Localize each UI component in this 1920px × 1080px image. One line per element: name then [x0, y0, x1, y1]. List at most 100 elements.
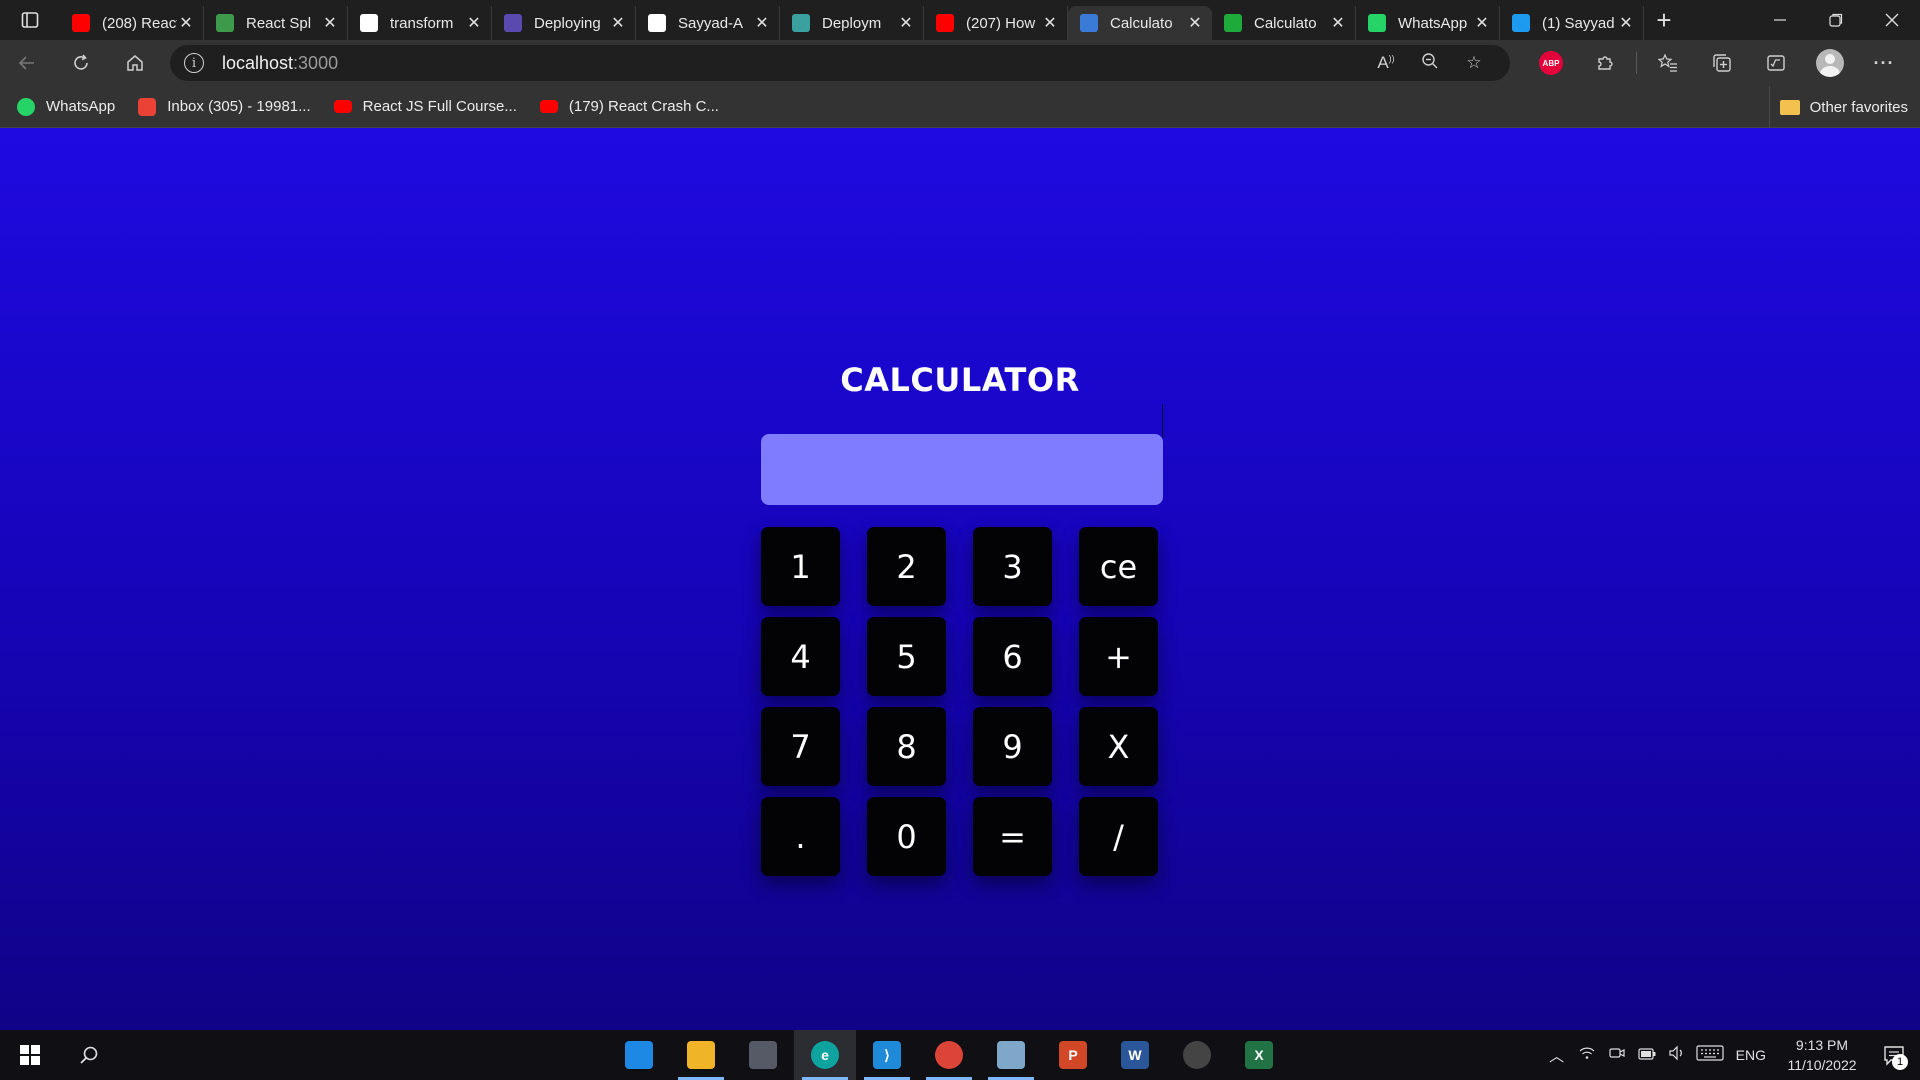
close-tab-icon[interactable]: ✕	[753, 13, 771, 33]
close-window-button[interactable]	[1864, 0, 1920, 40]
taskbar-app-button[interactable]	[670, 1030, 732, 1080]
digit-7-key[interactable]: 7	[761, 707, 840, 786]
bookmark-item[interactable]: Inbox (305) - 19981...	[137, 97, 311, 117]
windows-logo-icon	[20, 1045, 40, 1065]
close-tab-icon[interactable]: ✕	[465, 13, 483, 33]
taskbar-app-button[interactable]: ⟩	[856, 1030, 918, 1080]
taskbar-app-button[interactable]	[608, 1030, 670, 1080]
digit-4-key[interactable]: 4	[761, 617, 840, 696]
browser-tab-strip: (208) React ✕ React Spl ✕ transform ✕ Deployin…	[0, 0, 1920, 40]
browser-tab[interactable]: React Spl ✕	[204, 6, 348, 40]
digit-1-key[interactable]: 1	[761, 527, 840, 606]
address-bar[interactable]: i localhost:3000 A)) ☆	[170, 45, 1510, 81]
close-tab-icon[interactable]: ✕	[1186, 13, 1204, 33]
close-tab-icon[interactable]: ✕	[609, 13, 627, 33]
digit-3-key[interactable]: 3	[973, 527, 1052, 606]
math-solver-button[interactable]	[1749, 40, 1803, 86]
search-button[interactable]	[60, 1030, 118, 1080]
taskbar-app-button[interactable]: e	[794, 1030, 856, 1080]
clock-date: 11/10/2022	[1787, 1057, 1857, 1073]
close-tab-icon[interactable]: ✕	[1473, 13, 1491, 33]
digit-8-key[interactable]: 8	[867, 707, 946, 786]
tab-actions-button[interactable]	[0, 0, 60, 40]
minimize-button[interactable]	[1752, 0, 1808, 40]
battery-icon[interactable]	[1632, 1047, 1662, 1064]
show-hidden-icons-chevron-icon[interactable]: ︿	[1542, 1045, 1572, 1066]
back-button[interactable]	[0, 40, 54, 86]
text-cursor	[1162, 404, 1163, 438]
browser-tab[interactable]: Calculato ✕	[1068, 6, 1212, 40]
divide-key[interactable]: /	[1079, 797, 1158, 876]
close-tab-icon[interactable]: ✕	[321, 13, 339, 33]
bookmark-item[interactable]: (179) React Crash C...	[539, 97, 719, 117]
start-button[interactable]	[0, 1030, 60, 1080]
browser-tab[interactable]: (207) How ✕	[924, 6, 1068, 40]
taskbar-app-button[interactable]	[918, 1030, 980, 1080]
taskbar-app-button[interactable]	[732, 1030, 794, 1080]
close-tab-icon[interactable]: ✕	[1329, 13, 1347, 33]
touch-keyboard-icon[interactable]	[1692, 1045, 1728, 1065]
digit-6-key[interactable]: 6	[973, 617, 1052, 696]
browser-tab[interactable]: Deploym ✕	[780, 6, 924, 40]
read-aloud-icon[interactable]: A))	[1364, 53, 1408, 73]
browser-tab[interactable]: (208) React ✕	[60, 6, 204, 40]
favorites-button[interactable]	[1641, 40, 1695, 86]
gmail-icon	[137, 97, 157, 117]
digit-5-key[interactable]: 5	[867, 617, 946, 696]
settings-more-button[interactable]: ···	[1857, 40, 1911, 86]
zoom-out-icon[interactable]	[1408, 52, 1452, 75]
close-tab-icon[interactable]: ✕	[1041, 13, 1059, 33]
restore-icon	[1829, 13, 1843, 27]
restore-button[interactable]	[1808, 0, 1864, 40]
bookmark-item[interactable]: WhatsApp	[16, 97, 115, 117]
add-favorite-icon[interactable]: ☆	[1452, 53, 1496, 73]
taskbar-app-button[interactable]	[980, 1030, 1042, 1080]
taskbar-app-button[interactable]	[1166, 1030, 1228, 1080]
browser-toolbar: i localhost:3000 A)) ☆ ABP ···	[0, 40, 1920, 86]
profile-button[interactable]	[1803, 40, 1857, 86]
home-button[interactable]	[108, 40, 162, 86]
other-favorites-folder[interactable]: Other favorites	[1768, 86, 1908, 128]
bookmark-item[interactable]: React JS Full Course...	[333, 97, 517, 117]
widgets-icon	[625, 1041, 653, 1069]
browser-tab[interactable]: Sayyad-A ✕	[636, 6, 780, 40]
close-tab-icon[interactable]: ✕	[177, 13, 195, 33]
browser-tab[interactable]: WhatsApp ✕	[1356, 6, 1500, 40]
calculator-keypad: 1 2 3 ce 4 5 6 +7 8 9 X. 0 = /	[761, 527, 1161, 876]
youtube-icon-shape	[539, 100, 558, 113]
new-tab-button[interactable]: +	[1644, 5, 1684, 36]
adblock-plus-button[interactable]: ABP	[1524, 40, 1578, 86]
refresh-button[interactable]	[54, 40, 108, 86]
site-info-icon[interactable]: i	[184, 53, 204, 73]
calculator-display-input[interactable]	[761, 434, 1163, 505]
multiply-key[interactable]: X	[1079, 707, 1158, 786]
meet-now-icon[interactable]	[1602, 1045, 1632, 1065]
add-key[interactable]: +	[1079, 617, 1158, 696]
taskbar-app-button[interactable]: W	[1104, 1030, 1166, 1080]
taskbar-app-button[interactable]: X	[1228, 1030, 1290, 1080]
extensions-button[interactable]	[1578, 40, 1632, 86]
digit-2-key[interactable]: 2	[867, 527, 946, 606]
browser-tab[interactable]: (1) Sayyad ✕	[1500, 6, 1644, 40]
clear-entry-key[interactable]: ce	[1079, 527, 1158, 606]
wifi-icon[interactable]	[1572, 1045, 1602, 1065]
minimize-icon	[1774, 19, 1786, 21]
digit-9-key[interactable]: 9	[973, 707, 1052, 786]
close-tab-icon[interactable]: ✕	[1617, 13, 1635, 33]
address-port: :3000	[293, 52, 339, 73]
taskbar-app-button[interactable]: P	[1042, 1030, 1104, 1080]
browser-tab[interactable]: Calculato ✕	[1212, 6, 1356, 40]
equals-key[interactable]: =	[973, 797, 1052, 876]
puzzle-piece-icon	[1598, 56, 1613, 70]
browser-tab[interactable]: transform ✕	[348, 6, 492, 40]
close-tab-icon[interactable]: ✕	[897, 13, 915, 33]
input-language-indicator[interactable]: ENG	[1736, 1047, 1766, 1063]
vscode-icon: ⟩	[873, 1041, 901, 1069]
notification-center-button[interactable]: 1	[1868, 1030, 1920, 1080]
volume-icon[interactable]	[1662, 1045, 1692, 1065]
browser-tab[interactable]: Deploying ✕	[492, 6, 636, 40]
clock[interactable]: 9:13 PM 11/10/2022	[1776, 1035, 1868, 1075]
digit-0-key[interactable]: 0	[867, 797, 946, 876]
collections-button[interactable]	[1695, 40, 1749, 86]
decimal-point-key[interactable]: .	[761, 797, 840, 876]
